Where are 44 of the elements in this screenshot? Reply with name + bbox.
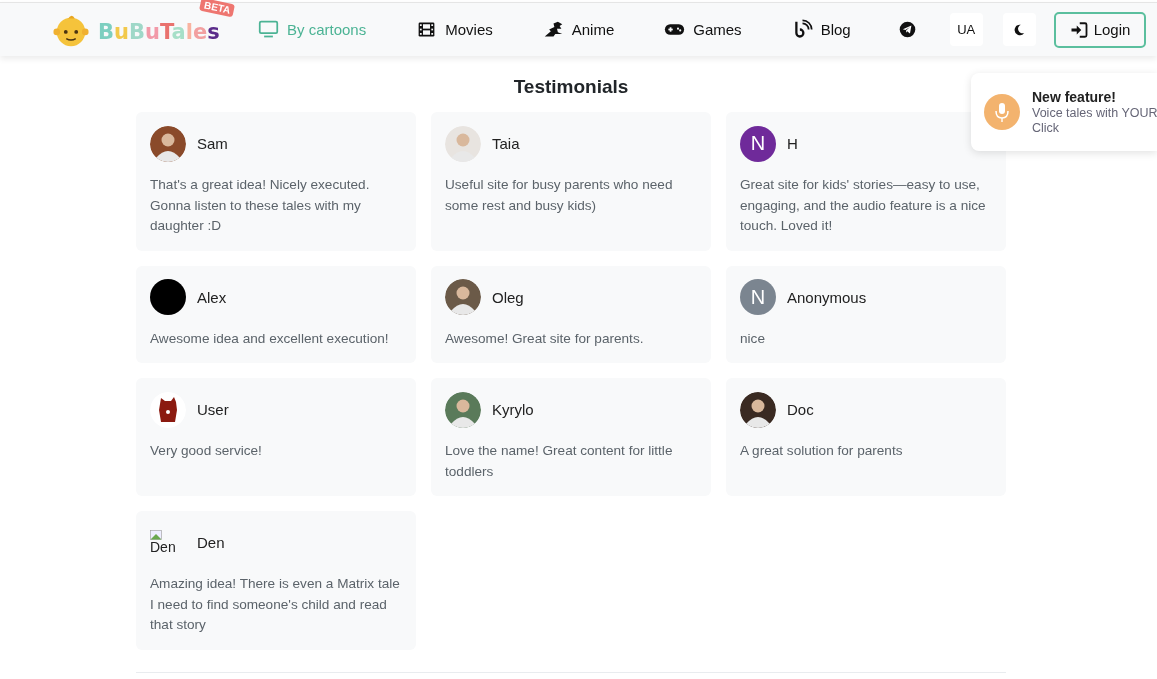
language-button[interactable]: UA (949, 13, 983, 46)
author-name: Den (197, 534, 225, 551)
author-name: Taia (492, 135, 520, 152)
nav-link[interactable]: Blog (791, 13, 851, 46)
testimonial-text: Awesome idea and excellent execution! (150, 329, 390, 348)
theme-toggle-button[interactable] (1002, 13, 1036, 46)
logo-text[interactable]: BuBuTales (98, 19, 220, 44)
section-title: Testimonials (512, 76, 630, 98)
telegram-icon[interactable] (898, 21, 916, 38)
image-alt-text: Den (150, 540, 176, 555)
nav-link[interactable]: Anime (542, 13, 615, 46)
moon-icon (1012, 22, 1027, 37)
author-name: Doc (787, 401, 814, 418)
testimonial-text: A great solution for parents (740, 442, 904, 460)
beta-badge: BETA (199, 0, 236, 17)
login-button[interactable]: Login (1053, 11, 1147, 48)
testimonial-text: That's a great idea! Nicely executed. Gonna listen to these tales with my daughter :D (150, 176, 371, 235)
toast-text: Click (1032, 120, 1061, 136)
testimonial-text: Awesome! Great site for parents. (445, 329, 645, 348)
microphone-icon (984, 94, 1020, 130)
author-name: H (787, 135, 798, 152)
author-name: Anonymous (787, 288, 867, 306)
author-name: Kyrylo (492, 401, 534, 418)
author-name: Alex (197, 288, 227, 306)
author-name: User (197, 401, 229, 418)
avatar-initial: N (740, 125, 776, 162)
testimonial-text: Amazing idea! There is even a Matrix tale I need to find someone's child and read that story (150, 575, 401, 634)
broken-image-icon (150, 530, 162, 540)
author-name: Oleg (492, 288, 524, 306)
nav-link[interactable]: Movies (416, 13, 493, 46)
dragon-icon (542, 19, 564, 40)
login-icon (1069, 20, 1088, 39)
testimonial-text: Very good service! (150, 442, 263, 460)
tv-icon (258, 19, 279, 40)
avatar-initial: N (740, 279, 776, 315)
nav-link[interactable]: Games (664, 13, 742, 46)
testimonial-text: nice (740, 329, 766, 348)
notification-toast[interactable]: New feature! Voice tales with YOUR Click (971, 73, 1157, 151)
author-name: Sam (197, 135, 228, 152)
toast-title: New feature! (1032, 88, 1118, 105)
toast-text: Voice tales with YOUR (1032, 105, 1157, 121)
testimonial-text: Useful site for busy parents who need some rest and busy kids) (445, 176, 674, 215)
testimonial-text: Love the name! Great content for little toddlers (445, 442, 674, 481)
testimonial-text: Great site for kids' stories—easy to use, engaging, and the audio feature is a nice touch. Loved it! (740, 176, 987, 235)
